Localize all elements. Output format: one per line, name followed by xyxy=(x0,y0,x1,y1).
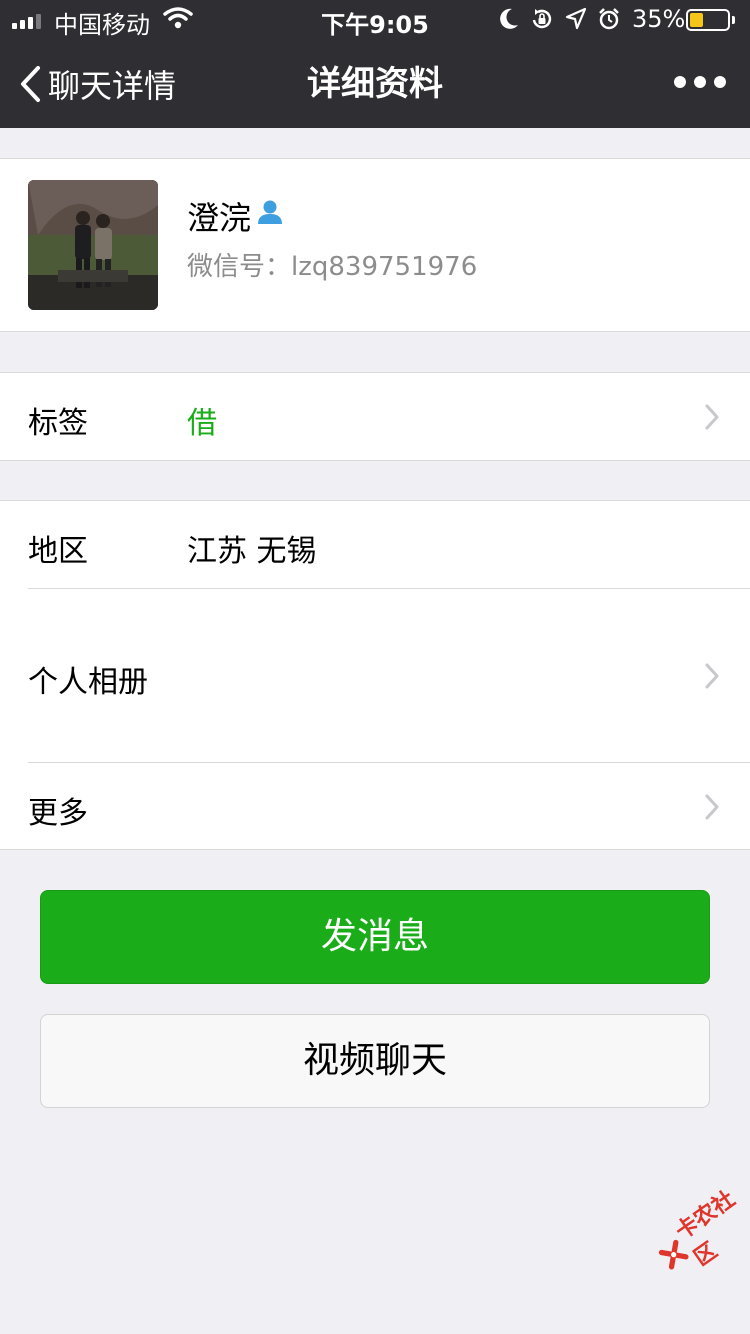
battery-percent: 35% xyxy=(632,5,686,33)
wechat-id-value: lzq839751976 xyxy=(291,252,478,282)
more-label: 更多 xyxy=(28,796,88,831)
tags-row[interactable]: 标签 借 xyxy=(0,372,750,461)
profile-card[interactable]: 澄浣 微信号：lzq839751976 xyxy=(0,158,750,332)
video-call-button[interactable]: 视频聊天 xyxy=(40,1014,710,1108)
moon-icon xyxy=(500,8,518,29)
chevron-right-icon xyxy=(705,404,719,430)
wechat-id: 微信号：lzq839751976 xyxy=(187,246,477,283)
chevron-right-icon xyxy=(705,663,719,689)
info-section: 地区 江苏 无锡 个人相册 更多 xyxy=(0,500,750,850)
tags-label: 标签 xyxy=(28,406,88,441)
top-bar: 中国移动 下午9:05 35% 聊天详情 详细资料 xyxy=(0,0,750,128)
page-title: 详细资料 xyxy=(307,64,443,104)
profile-name: 澄浣 xyxy=(187,199,252,237)
region-row: 地区 江苏 无锡 xyxy=(0,501,750,588)
location-arrow-icon xyxy=(565,7,587,30)
avatar[interactable] xyxy=(28,180,158,310)
album-row[interactable]: 个人相册 xyxy=(0,589,750,762)
status-bar: 中国移动 下午9:05 35% xyxy=(0,0,750,40)
navigation-bar: 聊天详情 详细资料 xyxy=(0,40,750,128)
battery-icon xyxy=(686,9,735,31)
chevron-right-icon xyxy=(705,794,719,820)
person-icon xyxy=(258,200,282,224)
alarm-icon xyxy=(599,8,619,30)
more-options-button[interactable] xyxy=(674,76,726,88)
wechat-id-label: 微信号： xyxy=(187,252,292,282)
rotation-lock-icon xyxy=(532,9,552,29)
watermark: 卡农社区 xyxy=(646,1175,750,1287)
region-label: 地区 xyxy=(28,534,88,569)
more-row[interactable]: 更多 xyxy=(0,763,750,849)
region-value: 江苏 无锡 xyxy=(187,534,317,569)
album-label: 个人相册 xyxy=(28,665,148,700)
tags-value: 借 xyxy=(187,406,217,441)
send-message-button[interactable]: 发消息 xyxy=(40,890,710,984)
